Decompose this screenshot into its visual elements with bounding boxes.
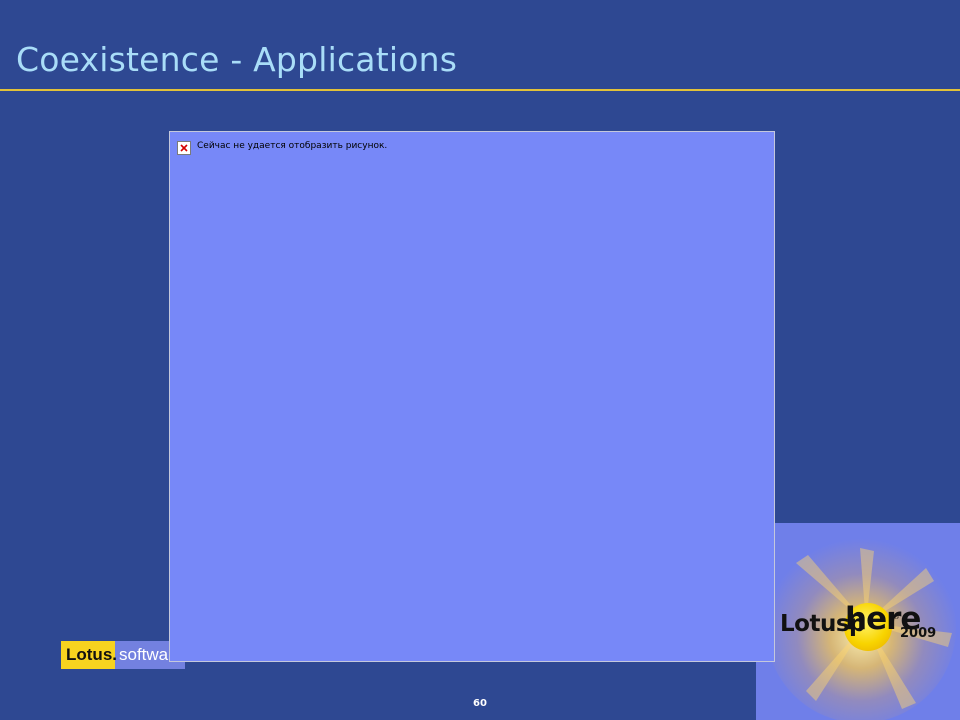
image-placeholder: Сейчас не удается отобразить рисунок.: [169, 131, 775, 662]
broken-image-icon: [177, 141, 191, 155]
lotus-software-logo: Lotus. software: [61, 641, 185, 669]
lotusphere-logo-panel: Lotusp here ® 2009: [756, 523, 960, 720]
logo-year: 2009: [900, 626, 937, 641]
slide: Coexistence - Applications Lotusp here ®…: [0, 0, 960, 720]
slide-title: Coexistence - Applications: [16, 40, 458, 79]
page-number: 60: [473, 698, 487, 709]
title-divider: [0, 89, 960, 91]
registered-mark: ®: [893, 613, 900, 621]
lotus-brand: Lotus.: [61, 641, 117, 669]
image-error-message: Сейчас не удается отобразить рисунок.: [197, 141, 388, 151]
